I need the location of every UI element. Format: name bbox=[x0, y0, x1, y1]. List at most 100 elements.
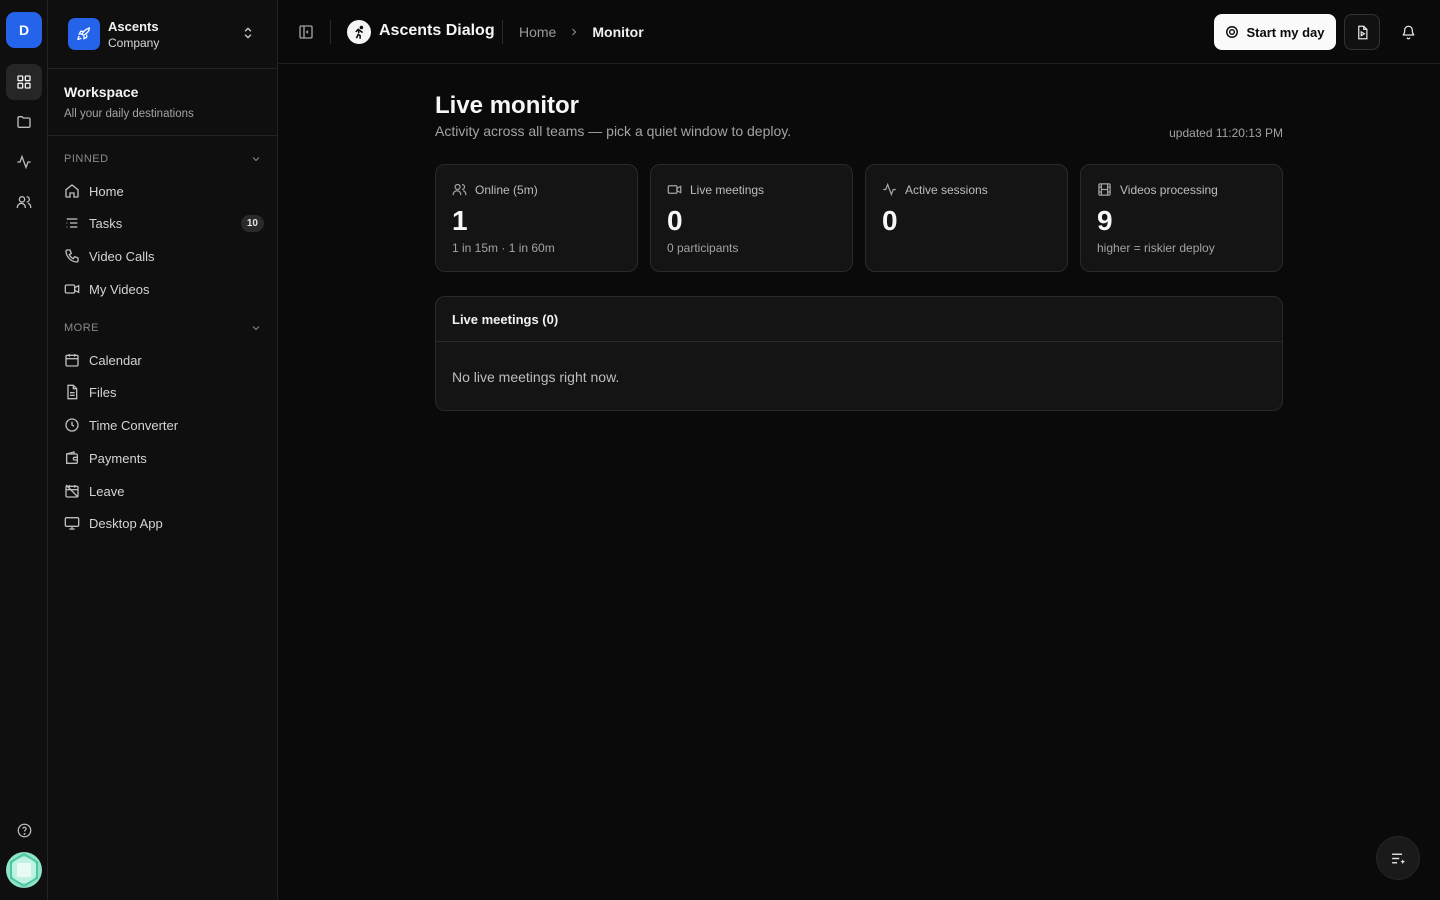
users-icon bbox=[16, 196, 32, 208]
start-my-day-button[interactable]: Start my day bbox=[1214, 14, 1336, 50]
more-section-toggle[interactable]: MORE bbox=[64, 322, 262, 334]
clock-icon bbox=[65, 418, 79, 432]
help-circle-icon bbox=[17, 823, 31, 837]
icon-rail: D bbox=[0, 0, 48, 900]
monitor-icon bbox=[64, 517, 80, 530]
target-icon bbox=[1226, 26, 1239, 38]
company-name: Ascents bbox=[108, 19, 159, 34]
stat-card-online: Online (5m) 1 1 in 15m · 1 in 60m bbox=[435, 164, 638, 272]
top-bar: Ascents Dialog Home Monitor Start my day bbox=[278, 0, 1440, 64]
sidebar-item-label: Files bbox=[89, 384, 117, 400]
divider bbox=[330, 20, 331, 44]
file-play-icon bbox=[1357, 25, 1367, 39]
stat-value: 0 bbox=[667, 205, 683, 236]
sidebar-item-payments[interactable]: Payments bbox=[62, 444, 264, 472]
rail-people-button[interactable] bbox=[6, 184, 42, 220]
panel-left-icon bbox=[299, 25, 313, 39]
film-icon bbox=[1098, 183, 1111, 196]
stat-value: 0 bbox=[882, 205, 898, 236]
users-icon bbox=[452, 183, 467, 196]
page-subtitle: Activity across all teams — pick a quiet… bbox=[435, 123, 792, 139]
folder-icon bbox=[17, 116, 31, 128]
runner-icon bbox=[354, 25, 363, 39]
grid-icon bbox=[17, 75, 31, 89]
stat-value: 9 bbox=[1097, 205, 1113, 236]
home-icon bbox=[65, 184, 79, 198]
breadcrumb-home-link[interactable]: Home bbox=[519, 24, 556, 40]
stat-label: Videos processing bbox=[1120, 182, 1218, 197]
user-avatar[interactable] bbox=[6, 852, 42, 888]
bell-icon bbox=[1402, 25, 1414, 39]
stat-label: Active sessions bbox=[905, 182, 988, 197]
sidebar-item-label: Calendar bbox=[89, 352, 142, 368]
sidebar-item-desktop-app[interactable]: Desktop App bbox=[62, 509, 264, 537]
more-section-label: MORE bbox=[64, 322, 99, 334]
company-logo bbox=[68, 18, 100, 50]
wallet-icon bbox=[66, 451, 78, 464]
company-subtitle: Company bbox=[108, 36, 160, 50]
chevron-down-icon bbox=[252, 157, 260, 162]
sidebar-item-label: My Videos bbox=[89, 281, 150, 297]
rail-activity-button[interactable] bbox=[6, 144, 42, 180]
pinned-section-toggle[interactable]: PINNED bbox=[64, 153, 262, 165]
notifications-button[interactable] bbox=[1390, 14, 1426, 50]
workspace-title: Workspace bbox=[64, 84, 139, 100]
video-icon bbox=[64, 284, 80, 294]
app-logo bbox=[347, 20, 371, 44]
sidebar-item-leave[interactable]: Leave bbox=[62, 477, 264, 505]
phone-icon bbox=[65, 249, 79, 263]
activity-icon bbox=[883, 182, 896, 197]
avatar-pattern-icon bbox=[6, 852, 42, 888]
app-name: Ascents Dialog bbox=[379, 22, 495, 39]
breadcrumb: Home Monitor bbox=[519, 24, 644, 40]
company-switcher[interactable]: Ascents Company bbox=[48, 0, 277, 69]
stat-label: Online (5m) bbox=[475, 182, 538, 197]
file-icon bbox=[67, 384, 78, 400]
divider bbox=[502, 20, 503, 44]
rail-files-button[interactable] bbox=[6, 104, 42, 140]
page-title: Live monitor bbox=[435, 92, 580, 119]
sidebar-item-calendar[interactable]: Calendar bbox=[62, 346, 264, 374]
sidebar-item-home[interactable]: Home bbox=[62, 177, 264, 205]
start-my-day-label: Start my day bbox=[1246, 24, 1325, 40]
sidebar-item-tasks[interactable]: Tasks 10 bbox=[62, 209, 264, 237]
sidebar-item-time-converter[interactable]: Time Converter bbox=[62, 411, 264, 439]
help-button[interactable] bbox=[6, 812, 42, 848]
sidebar-item-video-calls[interactable]: Video Calls bbox=[62, 242, 264, 270]
sidebar-item-label: Tasks bbox=[89, 215, 123, 231]
sidebar-item-label: Home bbox=[89, 183, 124, 199]
document-button[interactable] bbox=[1344, 14, 1380, 50]
sidebar-toggle-button[interactable] bbox=[298, 24, 314, 40]
rail-dashboard-button[interactable] bbox=[6, 64, 42, 100]
updated-timestamp: updated 11:20:13 PM bbox=[1169, 126, 1283, 140]
sidebar-item-files[interactable]: Files bbox=[62, 378, 264, 406]
sidebar-item-label: Video Calls bbox=[89, 248, 155, 264]
stat-card-videos-processing: Videos processing 9 higher = riskier dep… bbox=[1080, 164, 1283, 272]
list-icon bbox=[66, 218, 78, 228]
live-meetings-panel: Live meetings (0) No live meetings right… bbox=[435, 296, 1283, 411]
workspace-subtitle: All your daily destinations bbox=[64, 108, 194, 120]
sidebar: Ascents Company Workspace All your daily… bbox=[48, 0, 278, 900]
stat-note: 0 participants bbox=[667, 241, 739, 255]
live-meetings-title: Live meetings (0) bbox=[436, 297, 1282, 342]
pinned-section-label: PINNED bbox=[64, 153, 109, 165]
activity-icon bbox=[17, 154, 31, 170]
sidebar-item-label: Payments bbox=[89, 450, 147, 466]
tasks-count-badge: 10 bbox=[240, 214, 264, 232]
video-icon bbox=[667, 185, 682, 194]
quick-actions-button[interactable] bbox=[1376, 836, 1420, 880]
chevron-down-icon bbox=[252, 326, 260, 331]
stat-note: higher = riskier deploy bbox=[1097, 241, 1215, 255]
breadcrumb-current: Monitor bbox=[592, 24, 644, 40]
calendar-off-icon bbox=[65, 484, 79, 498]
sidebar-item-label: Desktop App bbox=[89, 515, 163, 531]
workspace-header: Workspace All your daily destinations bbox=[48, 69, 277, 136]
sidebar-item-my-videos[interactable]: My Videos bbox=[62, 275, 264, 303]
stat-card-live-meetings: Live meetings 0 0 participants bbox=[650, 164, 853, 272]
stat-value: 1 bbox=[452, 205, 468, 236]
sidebar-item-label: Time Converter bbox=[89, 417, 179, 433]
workspace-switcher-badge[interactable]: D bbox=[6, 12, 42, 48]
rocket-icon bbox=[77, 27, 91, 41]
stat-note: 1 in 15m · 1 in 60m bbox=[452, 241, 555, 255]
live-meetings-empty-state: No live meetings right now. bbox=[452, 369, 620, 385]
